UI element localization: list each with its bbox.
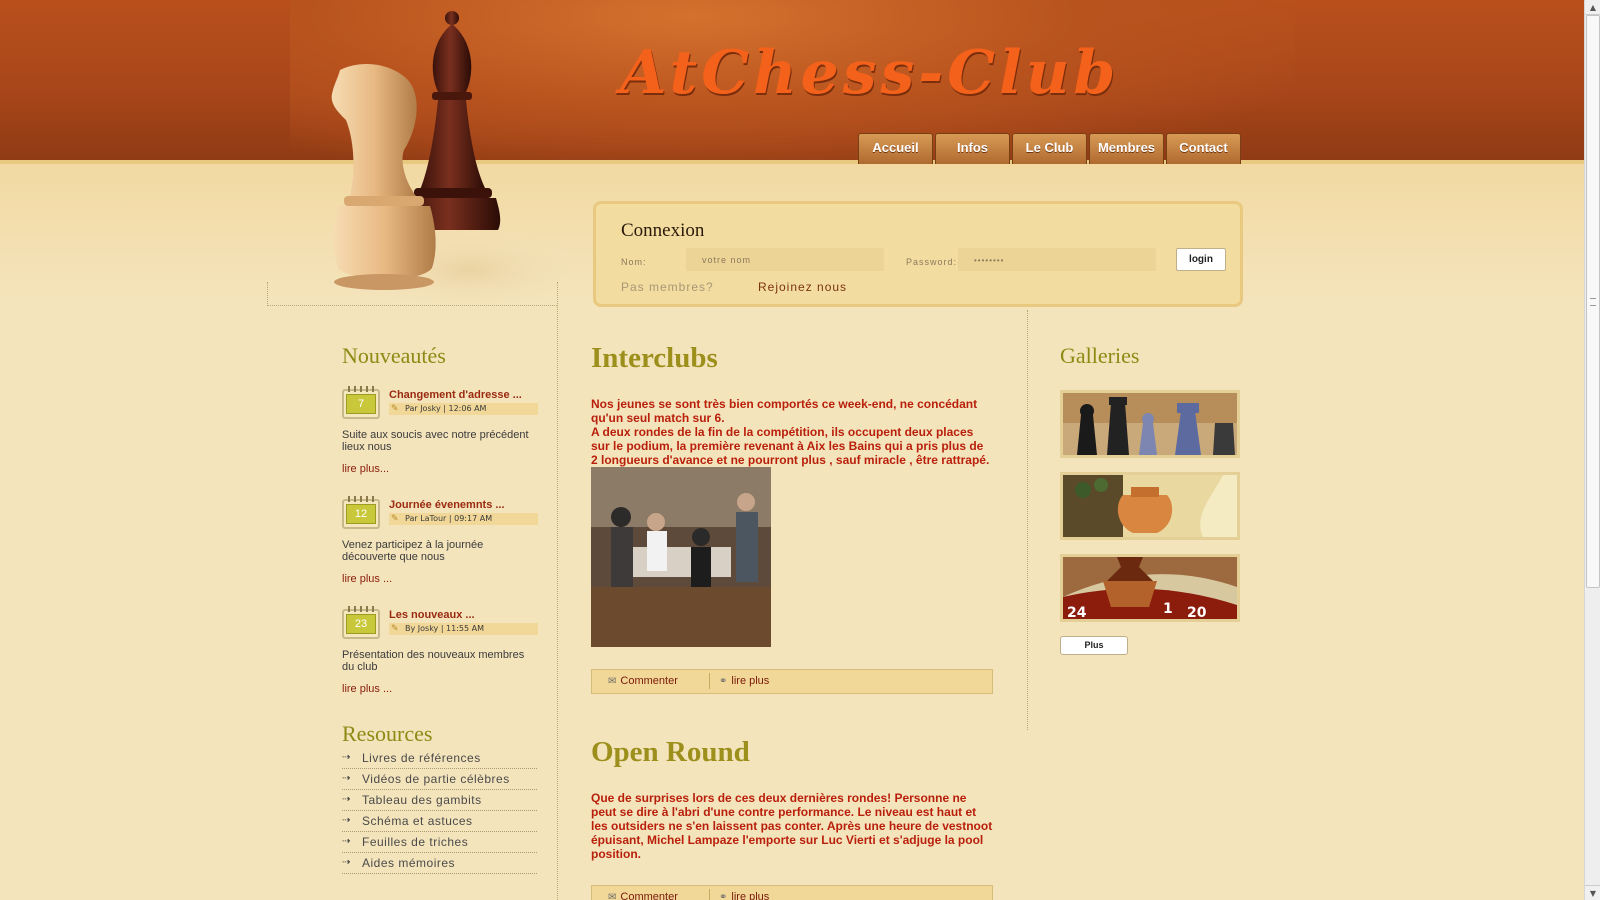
login-button[interactable]: login [1176,248,1226,271]
calendar-icon: 7 [342,386,380,419]
resource-list: ⇢ Livres de références ⇢ Vidéos de partie … [342,748,537,874]
arrow-right-icon: ⇢ [342,836,351,847]
arrow-right-icon: ⇢ [342,815,351,826]
calendar-icon: 12 [342,496,380,529]
password-input[interactable]: •••••••• [958,248,1156,271]
post-title[interactable]: Open Round [591,736,750,769]
svg-text:1: 1 [1163,601,1173,617]
post-title[interactable]: Interclubs [591,342,718,375]
pencil-icon: ✎ [391,514,399,524]
nav-tab-accueil[interactable]: Accueil [858,133,933,164]
read-more-link[interactable]: ⚭ lire plus [719,891,769,900]
header-rule [0,160,1584,164]
resource-item[interactable]: ⇢ Schéma et astuces [342,811,537,832]
pencil-icon: ✎ [391,624,399,634]
arrow-right-icon: ⇢ [342,794,351,805]
chess-pieces-illustration [331,11,580,310]
footer-separator [709,889,710,900]
main-nav: Accueil Infos Le Club Membres Contact [858,133,1241,164]
comment-icon: ✉ [608,892,617,900]
arrow-right-icon: ⇢ [342,857,351,868]
resource-item[interactable]: ⇢ Feuilles de triches [342,832,537,853]
vertical-scrollbar[interactable]: ▲ ▼ [1584,0,1600,900]
column-divider [267,282,268,306]
nav-tab-le-club[interactable]: Le Club [1012,133,1087,164]
column-divider [1027,310,1028,730]
news-section-title: Nouveautés [342,343,446,368]
calendar-icon: 23 [342,606,380,639]
gallery-thumbnail[interactable] [1060,390,1240,458]
resource-item[interactable]: ⇢ Tableau des gambits [342,790,537,811]
post-footer: ✉ Commenter ⚭ lire plus [591,885,993,900]
resource-item[interactable]: ⇢ Aides mémoires [342,853,537,874]
news-excerpt: Présentation des nouveaux membres du clu… [342,649,525,673]
resource-item[interactable]: ⇢ Livres de références [342,748,537,769]
comment-link[interactable]: ✉ Commenter [608,675,678,687]
link-icon: ⚭ [719,676,728,687]
news-excerpt: Suite aux soucis avec notre précédent li… [342,429,529,453]
comment-link[interactable]: ✉ Commenter [608,891,678,900]
footer-separator [709,673,710,689]
grip-icon [1590,298,1596,306]
resource-item[interactable]: ⇢ Vidéos de partie célèbres [342,769,537,790]
post-footer: ✉ Commenter ⚭ lire plus [591,669,993,694]
news-excerpt: Venez participez à la journée découverte… [342,539,484,563]
nav-tab-contact[interactable]: Contact [1166,133,1241,164]
arrow-right-icon: ⇢ [342,773,351,784]
gallery-thumbnail[interactable] [1060,472,1240,540]
svg-text:24: 24 [1067,605,1087,619]
scroll-down-arrow-icon[interactable]: ▼ [1585,885,1600,900]
nav-tab-membres[interactable]: Membres [1089,133,1164,164]
login-panel: Connexion Nom: votre nom Password: •••••… [593,201,1243,307]
read-more-link[interactable]: lire plus... [342,463,389,475]
news-meta: ✎ By Josky | 11:55 AM [389,623,538,635]
scrollbar-thumb[interactable] [1586,15,1600,588]
not-member-text: Pas membres? [621,280,714,294]
scroll-up-arrow-icon[interactable]: ▲ [1585,0,1600,15]
arrow-right-icon: ⇢ [342,752,351,763]
login-title: Connexion [621,220,705,241]
galleries-section-title: Galleries [1060,343,1140,368]
post-body: Que de surprises lors de ces deux derniè… [591,791,993,861]
post-body: Nos jeunes se sont très bien comportés c… [591,397,990,467]
header-divider [267,305,557,306]
svg-text:20: 20 [1187,605,1207,619]
name-label: Nom: [621,257,647,267]
resources-section-title: Resources [342,721,433,746]
gallery-thumbnail[interactable]: 24 1 20 [1060,554,1240,622]
read-more-link[interactable]: lire plus ... [342,683,392,695]
news-title[interactable]: Changement d'adresse ... [389,389,522,401]
read-more-link[interactable]: ⚭ lire plus [719,675,769,687]
read-more-link[interactable]: lire plus ... [342,573,392,585]
column-divider [557,282,558,900]
comment-icon: ✉ [608,676,617,687]
link-icon: ⚭ [719,892,728,900]
news-meta: ✎ Par Josky | 12:06 AM [389,403,538,415]
name-input[interactable]: votre nom [686,248,884,271]
news-title[interactable]: Journée évenemnts ... [389,499,505,511]
join-link[interactable]: Rejoinez nous [758,280,847,294]
site-title-logo[interactable]: AtChess-Club [620,38,1119,108]
nav-tab-infos[interactable]: Infos [935,133,1010,164]
password-label: Password: [906,257,958,267]
gallery-more-button[interactable]: Plus [1060,636,1128,655]
pencil-icon: ✎ [391,404,399,414]
post-photo [591,467,771,647]
news-meta: ✎ Par LaTour | 09:17 AM [389,513,538,525]
news-title[interactable]: Les nouveaux ... [389,609,475,621]
